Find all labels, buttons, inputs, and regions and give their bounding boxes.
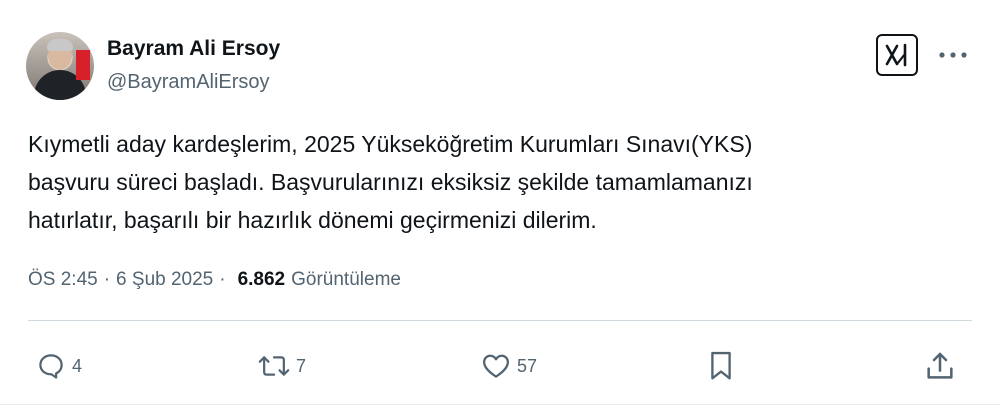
like-button[interactable]: 57 [481, 346, 537, 386]
views-label[interactable]: Görüntüleme [291, 269, 401, 291]
meta-separator: · [219, 269, 226, 290]
tweet-date[interactable]: 6 Şub 2025 [116, 269, 213, 291]
grok-icon [885, 43, 907, 67]
avatar[interactable] [26, 32, 94, 100]
author-name[interactable]: Bayram Ali Ersoy [107, 37, 280, 61]
bookmark-button[interactable] [706, 346, 736, 386]
tweet-meta: ÖS 2:45 · 6 Şub 2025 · 6.862 Görüntüleme [28, 269, 401, 291]
reply-button[interactable]: 4 [36, 346, 82, 386]
heart-icon [483, 354, 509, 378]
tweet-text: Kıymetli aday kardeşlerim, 2025 Yükseköğ… [28, 131, 753, 233]
action-bar: 4 7 57 [0, 346, 1000, 386]
tweet-time[interactable]: ÖS 2:45 [28, 269, 98, 291]
repost-count: 7 [296, 355, 307, 376]
views-count[interactable]: 6.862 [238, 269, 286, 291]
grok-button[interactable] [876, 34, 918, 76]
share-button[interactable] [924, 346, 956, 386]
tweet-card: Bayram Ali Ersoy @BayramAliErsoy Kıymetl… [0, 0, 1000, 409]
bookmark-icon [711, 351, 731, 380]
like-count: 57 [517, 355, 538, 376]
reply-count: 4 [72, 355, 83, 376]
divider [28, 320, 972, 321]
more-icon [939, 52, 967, 58]
share-icon [927, 352, 953, 379]
reply-icon [39, 354, 63, 379]
bottom-divider [0, 404, 1000, 405]
repost-button[interactable]: 7 [258, 346, 306, 386]
author-handle[interactable]: @BayramAliErsoy [107, 71, 270, 94]
repost-icon [258, 356, 290, 376]
more-button[interactable] [936, 40, 970, 70]
meta-separator: · [103, 269, 111, 290]
